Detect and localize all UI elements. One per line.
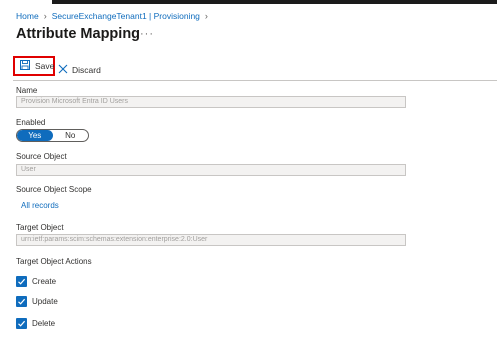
checkmark-icon [18, 298, 26, 305]
enabled-yes-option[interactable]: Yes [17, 130, 53, 141]
source-scope-label: Source Object Scope [16, 185, 92, 194]
save-icon [20, 57, 30, 75]
save-button-label: Save [35, 61, 55, 71]
target-object-field: urn:ietf:params:scim:schemas:extension:e… [16, 234, 406, 246]
top-bar-segment [0, 0, 52, 4]
enabled-no-option[interactable]: No [53, 130, 89, 141]
breadcrumb-provisioning[interactable]: SecureExchangeTenant1 | Provisioning [52, 11, 200, 21]
breadcrumb-home[interactable]: Home [16, 11, 39, 21]
target-object-label: Target Object [16, 223, 64, 232]
enabled-toggle[interactable]: Yes No [16, 129, 89, 142]
source-object-label: Source Object [16, 152, 67, 161]
more-options-button[interactable]: ··· [140, 28, 154, 40]
toolbar-divider [13, 80, 497, 81]
discard-button-label: Discard [72, 65, 101, 75]
delete-checkbox-row[interactable]: Delete [16, 318, 55, 329]
source-scope-link[interactable]: All records [21, 201, 59, 210]
delete-checkbox-label: Delete [32, 319, 56, 328]
name-field: Provision Microsoft Entra ID Users [16, 96, 406, 108]
breadcrumb: Home › SecureExchangeTenant1 | Provision… [16, 11, 213, 21]
delete-checkbox[interactable] [16, 318, 27, 329]
top-bar [0, 0, 497, 4]
update-checkbox-row[interactable]: Update [16, 296, 58, 307]
chevron-right-icon: › [43, 11, 47, 21]
target-actions-label: Target Object Actions [16, 257, 92, 266]
page-title: Attribute Mapping [16, 26, 141, 42]
update-checkbox-label: Update [32, 297, 58, 306]
update-checkbox[interactable] [16, 296, 27, 307]
checkmark-icon [18, 278, 26, 285]
save-button[interactable]: Save [13, 56, 55, 76]
chevron-right-icon: › [204, 11, 208, 21]
name-label: Name [16, 86, 38, 95]
close-icon [58, 61, 68, 79]
source-object-field: User [16, 164, 406, 176]
discard-button[interactable]: Discard [58, 61, 101, 79]
checkmark-icon [18, 320, 26, 327]
create-checkbox-row[interactable]: Create [16, 276, 56, 287]
create-checkbox-label: Create [32, 277, 57, 286]
create-checkbox[interactable] [16, 276, 27, 287]
enabled-label: Enabled [16, 118, 46, 127]
